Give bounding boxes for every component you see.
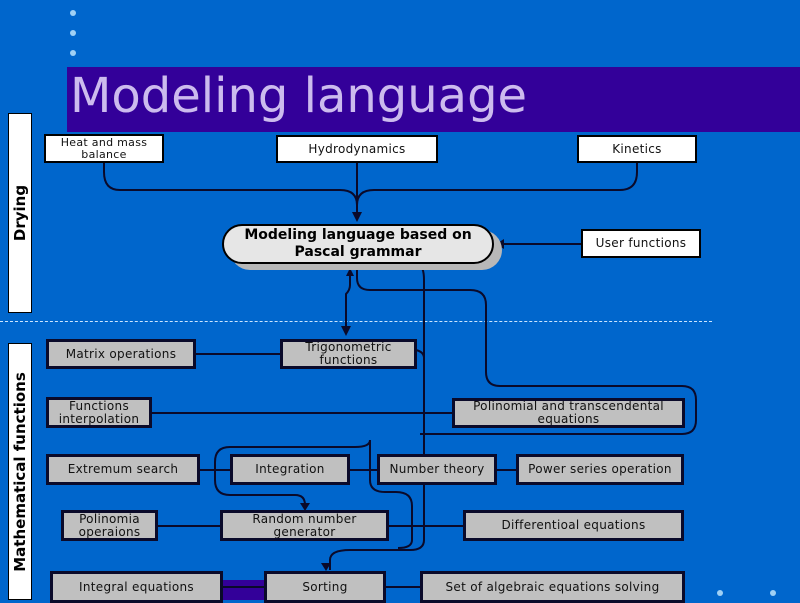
node-power-series: Power series operation bbox=[516, 454, 684, 485]
node-modeling-language: Modeling language based on Pascal gramma… bbox=[222, 224, 494, 264]
node-matrix-operations: Matrix operations bbox=[46, 339, 196, 369]
node-differential-equations: Differentioal equations bbox=[463, 510, 684, 541]
node-polinomial-transcendental: Polinomial and transcendental equations bbox=[452, 398, 685, 428]
node-extremum-search: Extremum search bbox=[46, 454, 200, 485]
connector-trig-loop bbox=[415, 349, 425, 359]
node-heat-mass-balance: Heat and mass balance bbox=[44, 134, 164, 163]
node-hydrodynamics: Hydrodynamics bbox=[276, 135, 438, 163]
node-kinetics: Kinetics bbox=[577, 135, 697, 163]
connector-heat bbox=[103, 163, 358, 218]
arrow-into-central-bottom bbox=[346, 268, 354, 276]
node-sorting: Sorting bbox=[264, 571, 386, 603]
arrow-into-trig bbox=[341, 326, 351, 336]
node-integration: Integration bbox=[230, 454, 350, 485]
arrow-user-to-central bbox=[496, 239, 504, 249]
node-random-number-generator: Random number generator bbox=[220, 510, 389, 541]
node-user-functions: User functions bbox=[581, 229, 701, 258]
node-number-theory: Number theory bbox=[377, 454, 497, 485]
node-polinomia-operations: Polinomia operaions bbox=[61, 510, 158, 541]
node-trigonometric-functions: Trigonometric functions bbox=[280, 339, 417, 369]
node-algebraic-equations: Set of algebraic equations solving bbox=[420, 571, 685, 603]
node-integral-equations: Integral equations bbox=[50, 571, 223, 603]
node-functions-interpolation: Functions interpolation bbox=[46, 397, 152, 428]
connector-kinetics bbox=[356, 163, 638, 206]
central-line-1: Modeling language based on bbox=[244, 227, 472, 244]
central-line-2: Pascal grammar bbox=[294, 244, 422, 260]
arrow-into-central bbox=[352, 212, 362, 222]
